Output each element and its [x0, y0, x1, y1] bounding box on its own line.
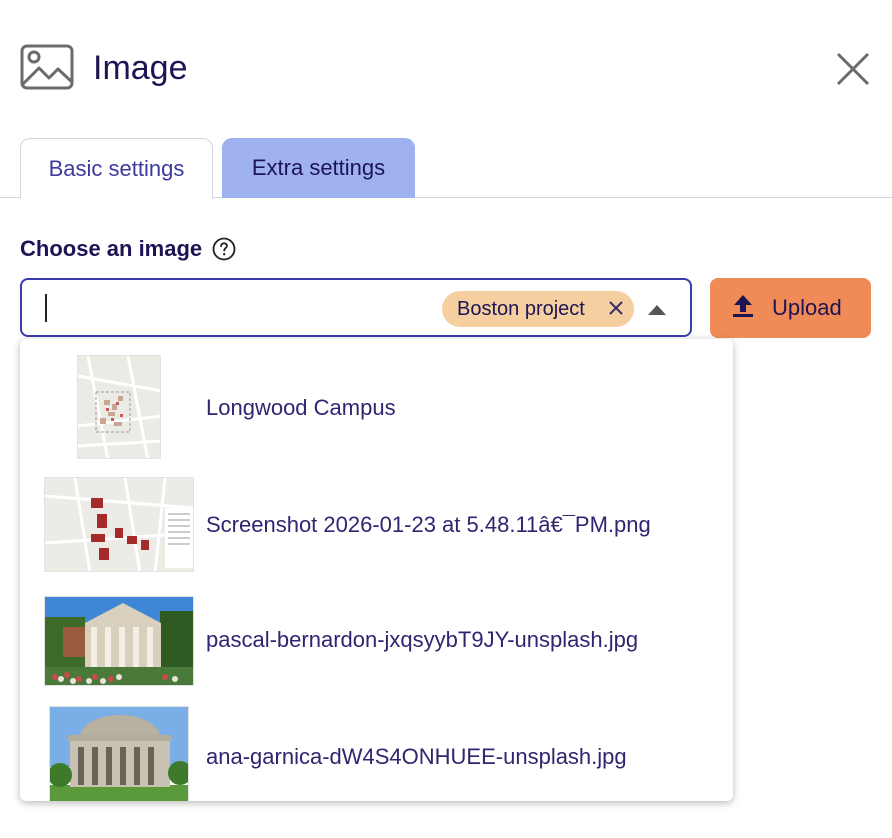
list-item[interactable]: Screenshot 2026-01-23 at 5.48.11â€¯PM.pn… — [20, 464, 733, 579]
settings-tabs: Basic settings Extra settings — [0, 138, 892, 199]
tab-extra-settings[interactable]: Extra settings — [222, 138, 415, 198]
option-label: Screenshot 2026-01-23 at 5.48.11â€¯PM.pn… — [206, 512, 651, 537]
option-label: Longwood Campus — [206, 395, 396, 420]
map-screenshot-thumbnail — [44, 477, 194, 572]
close-icon[interactable] — [608, 300, 624, 316]
image-search-input[interactable] — [42, 290, 442, 326]
option-label: ana-garnica-dW4S4ONHUEE-unsplash.jpg — [206, 744, 627, 769]
caret-up-icon[interactable] — [648, 305, 666, 315]
map-thumbnail — [77, 355, 161, 459]
chip-label: Boston project — [457, 297, 585, 320]
close-icon[interactable] — [836, 52, 870, 86]
choose-image-label: Choose an image — [20, 236, 203, 261]
list-item[interactable]: pascal-bernardon-jxqsyybT9JY-unsplash.jp… — [20, 579, 733, 694]
dome-building-photo-thumbnail — [49, 706, 189, 801]
upload-icon — [733, 295, 753, 317]
tab-basic-settings[interactable]: Basic settings — [20, 138, 213, 199]
dialog-header: Image — [20, 40, 872, 96]
option-label: pascal-bernardon-jxqsyybT9JY-unsplash.jp… — [206, 627, 639, 652]
upload-label: Upload — [772, 295, 842, 320]
image-icon — [20, 44, 74, 90]
filter-chip: Boston project — [442, 291, 634, 327]
help-icon[interactable] — [212, 237, 236, 261]
image-select[interactable]: Boston project — [20, 278, 692, 337]
image-options-list: Longwood Campus Screenshot 2026-01-23 at… — [20, 339, 733, 801]
list-item[interactable]: Longwood Campus — [20, 339, 733, 464]
dialog-title: Image — [93, 49, 188, 87]
building-photo-thumbnail — [44, 596, 194, 686]
text-cursor — [45, 294, 47, 322]
list-item[interactable]: ana-garnica-dW4S4ONHUEE-unsplash.jpg — [20, 694, 733, 801]
upload-button[interactable]: Upload — [710, 278, 871, 338]
